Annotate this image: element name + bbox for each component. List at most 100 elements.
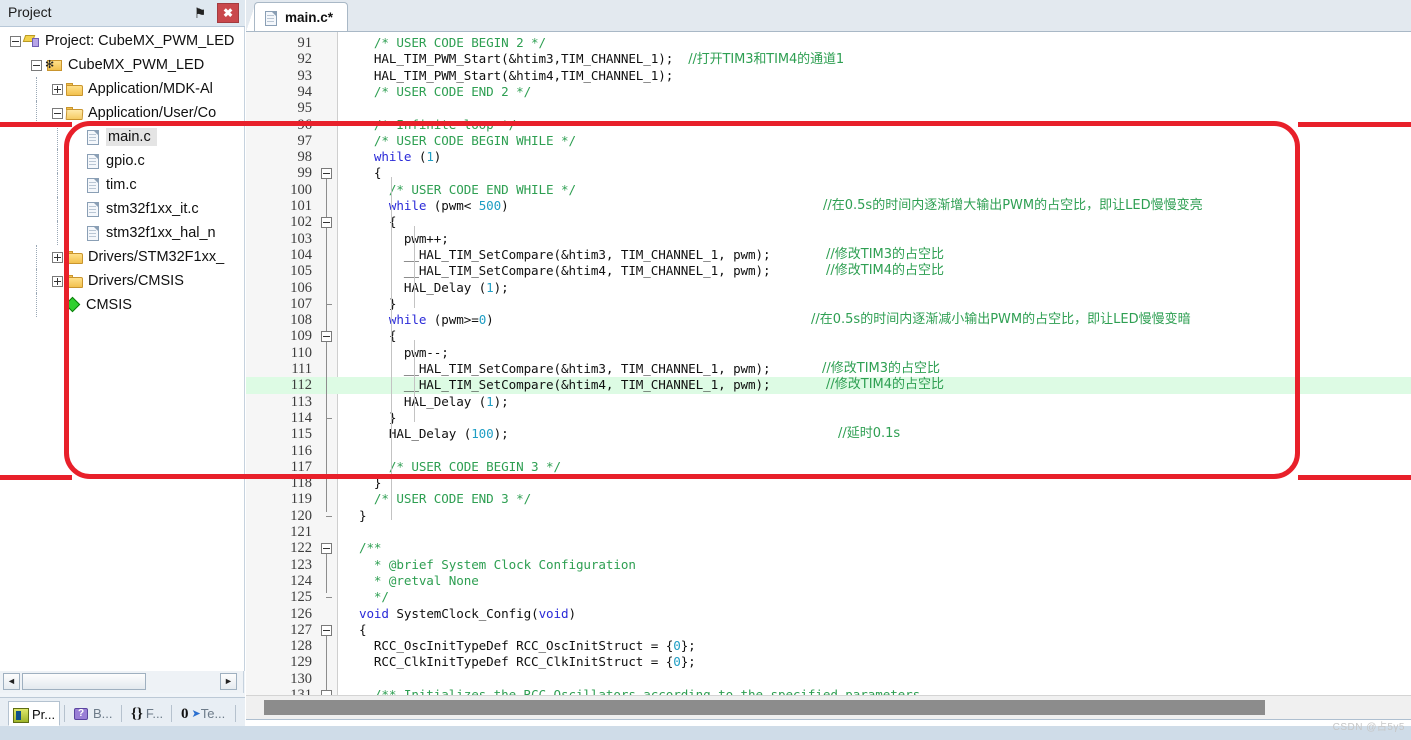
code-line[interactable]: 121 <box>246 524 1411 540</box>
templates-tab-icon: 0 <box>181 706 189 723</box>
code-line[interactable]: 123 * @brief System Clock Configuration <box>246 557 1411 573</box>
inline-comment: //修改TIM3的占空比 <box>826 246 945 262</box>
collapse-icon[interactable] <box>52 107 63 119</box>
code-text: while (1) <box>344 149 442 165</box>
code-text: void SystemClock_Config(void) <box>344 605 576 621</box>
line-number: 128 <box>290 638 312 655</box>
project-tree[interactable]: Project: CubeMX_PWM_LED ✻ CubeMX_PWM_LED Ap… <box>0 27 245 671</box>
panel-tab-f[interactable]: {} F... <box>127 701 167 726</box>
code-line[interactable]: 119 /* USER CODE END 3 */ <box>246 491 1411 507</box>
code-line[interactable]: 97 /* USER CODE BEGIN WHILE */ <box>246 133 1411 149</box>
expand-icon[interactable] <box>52 251 63 263</box>
tree-item-gpio-c[interactable]: gpio.c <box>0 149 244 173</box>
project-tree-hscrollbar[interactable]: ◄ ► <box>0 671 244 693</box>
code-line[interactable]: 127 { <box>246 622 1411 638</box>
close-icon[interactable]: ✖ <box>217 3 239 23</box>
code-line[interactable]: 122 /** <box>246 540 1411 556</box>
code-text: RCC_OscInitTypeDef RCC_OscInitStruct = {… <box>344 638 696 654</box>
collapse-icon[interactable] <box>10 35 21 47</box>
inline-comment: //在0.5s的时间内逐渐增大输出PWM的占空比，即让LED慢慢变亮 <box>823 198 1203 213</box>
fold-toggle-icon[interactable] <box>321 168 332 180</box>
code-line[interactable]: 107 } <box>246 296 1411 312</box>
tree-item-label: Application/MDK-Al <box>88 81 213 97</box>
code-line[interactable]: 128 RCC_OscInitTypeDef RCC_OscInitStruct… <box>246 638 1411 654</box>
code-line[interactable]: 125 */ <box>246 589 1411 605</box>
tree-item-stm32f1xx-it-c[interactable]: stm32f1xx_it.c <box>0 197 244 221</box>
tree-item-label: Drivers/CMSIS <box>88 273 184 289</box>
expand-icon[interactable] <box>52 275 63 287</box>
fold-toggle-icon[interactable] <box>321 217 332 229</box>
collapse-icon[interactable] <box>31 59 42 71</box>
code-line[interactable]: 92 HAL_TIM_PWM_Start(&htim3,TIM_CHANNEL_… <box>246 51 1411 67</box>
line-number: 115 <box>290 426 312 443</box>
tree-guide-line <box>36 101 37 125</box>
code-line[interactable]: 129 RCC_ClkInitTypeDef RCC_ClkInitStruct… <box>246 654 1411 670</box>
scroll-right-arrow-icon[interactable]: ► <box>220 673 237 690</box>
code-line[interactable]: 93 HAL_TIM_PWM_Start(&htim4,TIM_CHANNEL_… <box>246 68 1411 84</box>
code-text: /* USER CODE END 3 */ <box>344 491 532 507</box>
code-line[interactable]: 126 void SystemClock_Config(void) <box>246 606 1411 622</box>
code-line[interactable]: 113 HAL_Delay (1); <box>246 394 1411 410</box>
code-text: pwm++; <box>344 230 449 246</box>
fold-end-marker <box>326 303 332 305</box>
code-line[interactable]: 120 } <box>246 508 1411 524</box>
code-line[interactable]: 91 /* USER CODE BEGIN 2 */ <box>246 35 1411 51</box>
code-text: HAL_Delay (100); <box>344 426 509 442</box>
code-line[interactable]: 96 /* Infinite loop */ <box>246 117 1411 133</box>
editor-hscrollbar[interactable] <box>246 695 1411 719</box>
scrollbar-thumb[interactable] <box>22 673 146 690</box>
books-tab-icon <box>74 707 90 722</box>
tree-item-main-c[interactable]: main.c <box>0 125 244 149</box>
line-number: 118 <box>290 475 312 492</box>
code-text: while (pwm< 500) <box>344 198 509 213</box>
code-line[interactable]: 117 /* USER CODE BEGIN 3 */ <box>246 459 1411 475</box>
code-line[interactable]: 100 /* USER CODE END WHILE */ <box>246 182 1411 198</box>
pin-icon[interactable]: ⚑ <box>191 4 209 22</box>
code-line[interactable]: 98 while (1) <box>246 149 1411 165</box>
code-line[interactable]: 110 pwm--; <box>246 345 1411 361</box>
watermark: CSDN @占5γ5 <box>1332 722 1405 733</box>
code-line[interactable]: 94 /* USER CODE END 2 */ <box>246 84 1411 100</box>
editor-tab-strip: main.c* <box>246 0 1411 32</box>
line-number: 102 <box>290 214 312 231</box>
tree-item-tim-c[interactable]: tim.c <box>0 173 244 197</box>
inline-comment: //修改TIM4的占空比 <box>826 263 945 279</box>
code-line[interactable]: 102 { <box>246 214 1411 230</box>
tree-item-stm32f1xx-hal-n[interactable]: stm32f1xx_hal_n <box>0 221 244 245</box>
code-line[interactable]: 95 <box>246 100 1411 116</box>
code-line[interactable]: 115 HAL_Delay (100); <box>246 426 1411 442</box>
code-editor[interactable]: 91 /* USER CODE BEGIN 2 */92 HAL_TIM_PWM… <box>246 32 1411 695</box>
code-text: __HAL_TIM_SetCompare(&htim3, TIM_CHANNEL… <box>344 246 771 262</box>
tree-item-project-cubemx-pwm-led[interactable]: Project: CubeMX_PWM_LED <box>0 29 244 53</box>
fold-toggle-icon[interactable] <box>321 331 332 343</box>
tree-item-cubemx-pwm-led[interactable]: ✻ CubeMX_PWM_LED <box>0 53 244 77</box>
code-line[interactable]: 103 pwm++; <box>246 231 1411 247</box>
code-line[interactable]: 130 <box>246 671 1411 687</box>
panel-tab-b[interactable]: B... <box>70 701 117 726</box>
code-line[interactable]: 109 { <box>246 328 1411 344</box>
code-line[interactable]: 118 } <box>246 475 1411 491</box>
code-line[interactable]: 99 { <box>246 165 1411 181</box>
panel-tab-te[interactable]: 0 ➤Te... <box>177 701 229 726</box>
tab-separator <box>64 705 65 722</box>
fold-toggle-icon[interactable] <box>321 624 332 636</box>
editor-scrollbar-thumb[interactable] <box>264 700 1265 715</box>
code-line[interactable]: 106 HAL_Delay (1); <box>246 280 1411 296</box>
fold-toggle-icon[interactable] <box>321 543 332 555</box>
indent-guide <box>414 226 415 308</box>
tab-separator <box>235 705 236 722</box>
line-number: 105 <box>290 263 312 280</box>
line-number: 111 <box>291 361 312 377</box>
tab-main-c[interactable]: main.c* <box>254 2 349 32</box>
scroll-left-arrow-icon[interactable]: ◄ <box>3 673 20 690</box>
code-line[interactable]: 131 /** Initializes the RCC Oscillators … <box>246 687 1411 695</box>
code-line[interactable]: 124 * @retval None <box>246 573 1411 589</box>
code-line[interactable]: 114 } <box>246 410 1411 426</box>
line-number: 92 <box>297 51 313 68</box>
expand-icon[interactable] <box>52 83 63 95</box>
code-text: { <box>344 214 397 230</box>
code-line[interactable]: 116 <box>246 443 1411 459</box>
panel-tab-pr[interactable]: Pr... <box>8 701 61 726</box>
file-icon <box>265 10 278 26</box>
